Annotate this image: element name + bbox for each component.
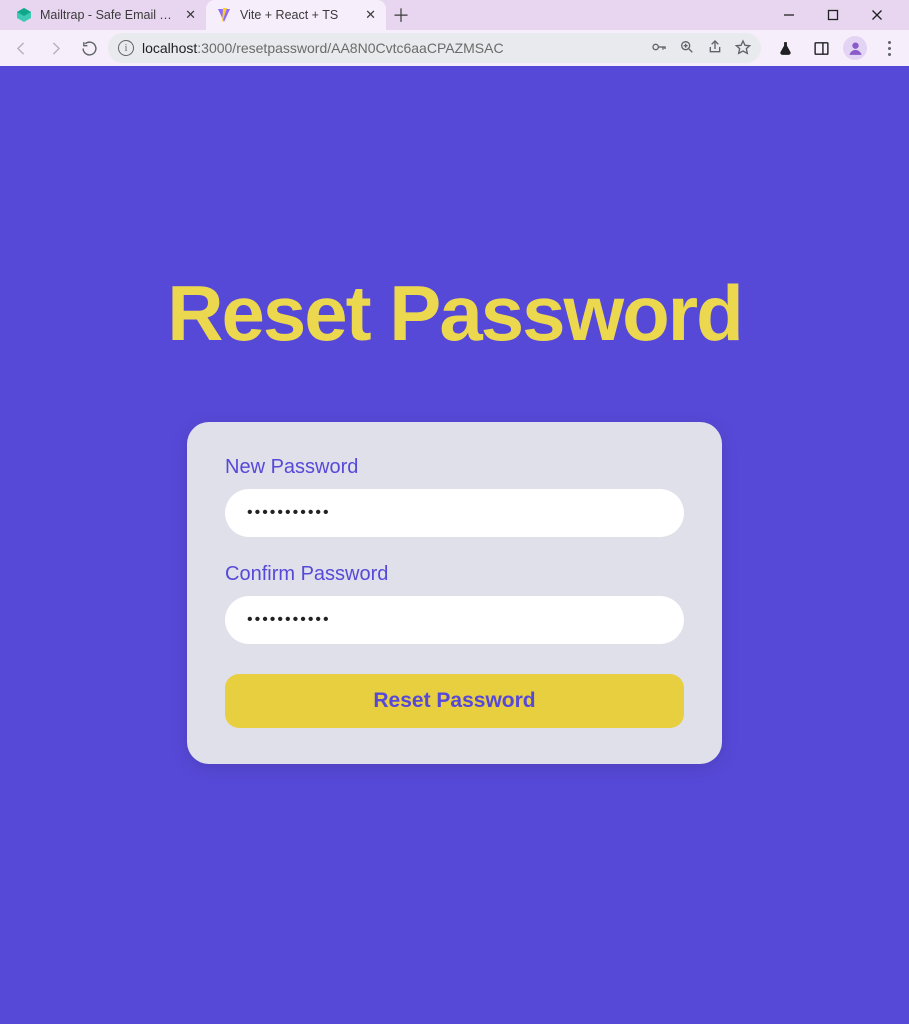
tab-title: Vite + React + TS (240, 8, 357, 22)
browser-menu-button[interactable] (875, 34, 903, 62)
new-password-input[interactable] (225, 489, 684, 537)
new-password-label: New Password (225, 456, 684, 479)
zoom-icon[interactable] (679, 39, 695, 58)
window-maximize-button[interactable] (811, 0, 855, 30)
viewport: Reset Password New Password Confirm Pass… (0, 66, 909, 1024)
mailtrap-favicon-icon (16, 7, 32, 23)
side-panel-icon[interactable] (807, 34, 835, 62)
site-info-icon[interactable]: i (118, 40, 134, 56)
nav-reload-button[interactable] (74, 33, 104, 63)
share-icon[interactable] (707, 39, 723, 58)
page-heading: Reset Password (167, 274, 742, 352)
tab-close-button[interactable]: ✕ (365, 7, 376, 23)
tab-strip: Mailtrap - Safe Email Testing ✕ Vite + R… (6, 0, 416, 30)
confirm-password-label: Confirm Password (225, 563, 684, 586)
browser-tab-mailtrap[interactable]: Mailtrap - Safe Email Testing ✕ (6, 0, 206, 30)
password-key-icon[interactable] (651, 39, 667, 58)
tab-close-button[interactable]: ✕ (185, 7, 196, 23)
window-minimize-button[interactable] (767, 0, 811, 30)
profile-avatar[interactable] (843, 36, 867, 60)
tab-title: Mailtrap - Safe Email Testing (40, 8, 177, 22)
browser-toolbar: i localhost:3000/resetpassword/AA8N0Cvtc… (0, 30, 909, 66)
reset-password-card: New Password Confirm Password Reset Pass… (187, 422, 722, 764)
confirm-password-input[interactable] (225, 596, 684, 644)
new-tab-button[interactable]: ＋ (386, 0, 416, 30)
confirm-password-field: Confirm Password (225, 563, 684, 644)
nav-back-button[interactable] (6, 33, 36, 63)
nav-forward-button[interactable] (40, 33, 70, 63)
vite-favicon-icon (216, 7, 232, 23)
browser-tab-vite[interactable]: Vite + React + TS ✕ (206, 0, 386, 30)
url-host: localhost:3000/resetpassword/AA8N0Cvtc6a… (142, 40, 504, 56)
bookmark-star-icon[interactable] (735, 39, 751, 58)
window-close-button[interactable] (855, 0, 899, 30)
address-bar[interactable]: i localhost:3000/resetpassword/AA8N0Cvtc… (108, 33, 761, 63)
reset-password-page: Reset Password New Password Confirm Pass… (0, 66, 909, 1024)
new-password-field: New Password (225, 456, 684, 537)
toolbar-right (765, 34, 903, 62)
labs-flask-icon[interactable] (771, 34, 799, 62)
reset-password-submit-button[interactable]: Reset Password (225, 674, 684, 728)
